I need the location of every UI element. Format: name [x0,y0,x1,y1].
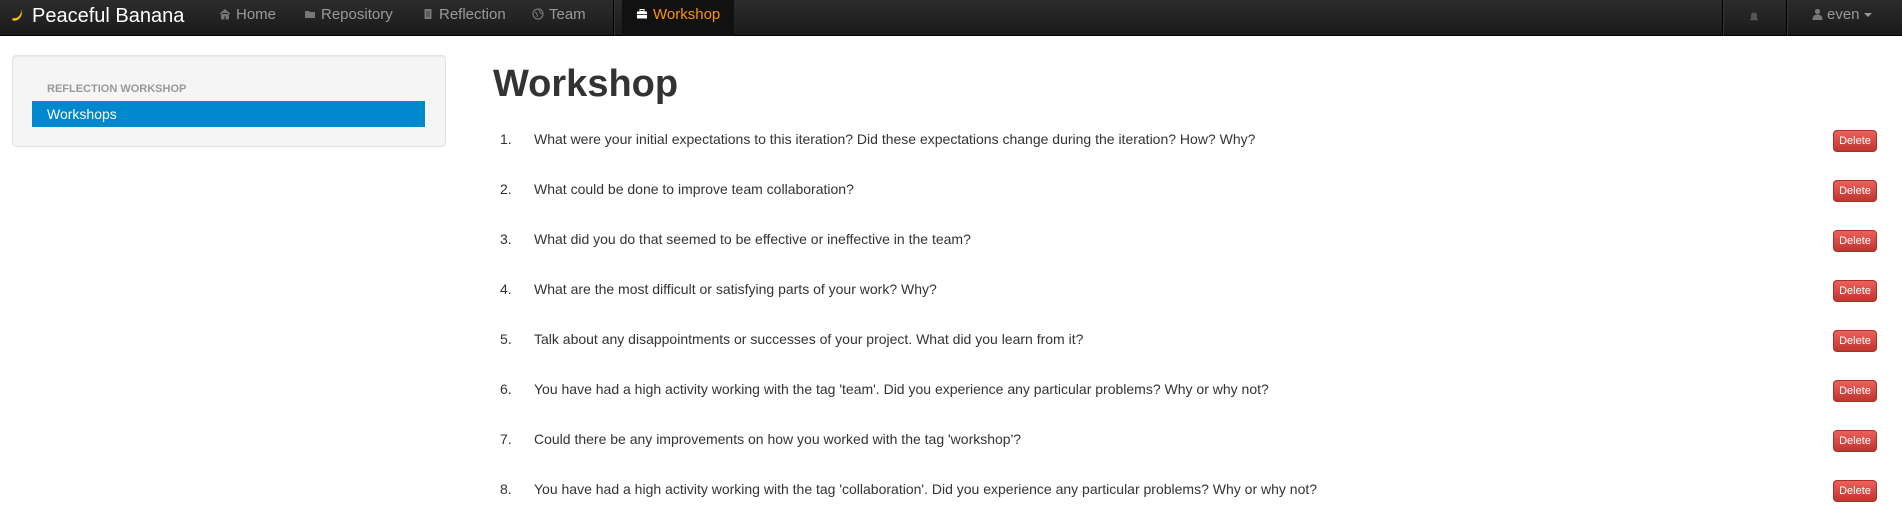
delete-button[interactable]: Delete [1833,180,1877,202]
notifications-button[interactable] [1722,0,1786,36]
nav-reflection[interactable]: Reflection [422,0,506,36]
delete-button[interactable]: Delete [1833,430,1877,452]
top-navbar: Peaceful Banana Home Repository Reflecti… [0,0,1902,36]
question-text: You have had a high activity working wit… [534,381,1269,397]
delete-button[interactable]: Delete [1833,330,1877,352]
list-item: 7. Could there be any improvements on ho… [493,424,1877,454]
question-text: Talk about any disappointments or succes… [534,331,1084,347]
nav-repository-label: Repository [321,6,393,23]
question-number: 4. [500,281,512,297]
question-number: 3. [500,231,512,247]
question-number: 1. [500,131,512,147]
question-text: You have had a high activity working wit… [534,481,1318,497]
sidebar-header: Reflection Workshop [47,83,187,95]
banana-icon [12,10,23,21]
question-text: What are the most difficult or satisfyin… [534,281,937,297]
question-number: 2. [500,181,512,197]
folder-icon [305,11,315,18]
question-text: What could be done to improve team colla… [534,181,854,197]
user-menu[interactable]: even [1786,0,1902,36]
nav-team[interactable]: Team [532,0,586,36]
question-number: 6. [500,381,512,397]
question-text: What did you do that seemed to be effect… [534,231,971,247]
delete-button[interactable]: Delete [1833,230,1877,252]
briefcase-icon [637,9,647,19]
sidebar-item-workshops[interactable]: Workshops [32,101,425,127]
question-number: 7. [500,431,512,447]
delete-button[interactable]: Delete [1833,280,1877,302]
list-item: 5. Talk about any disappointments or suc… [493,324,1877,354]
user-name: even [1827,6,1860,23]
nav-divider [613,0,614,36]
brand-name: Peaceful Banana [32,5,185,27]
nav-workshop[interactable]: Workshop [622,0,735,36]
list-item: 8. You have had a high activity working … [493,474,1877,504]
nav-team-label: Team [549,6,586,23]
question-text: Could there be any improvements on how y… [534,431,1022,447]
chevron-down-icon [1863,13,1872,17]
question-number: 8. [500,481,512,497]
delete-button[interactable]: Delete [1833,380,1877,402]
nav-home[interactable]: Home [219,0,276,36]
sidebar: Reflection Workshop Workshops [12,55,446,147]
nav-reflection-label: Reflection [439,6,506,23]
nav-repository[interactable]: Repository [304,0,393,36]
bell-icon [1750,12,1758,21]
list-item: 4. What are the most difficult or satisf… [493,274,1877,304]
delete-button[interactable]: Delete [1833,130,1877,152]
delete-button[interactable]: Delete [1833,480,1877,502]
globe-icon [532,8,544,20]
list-item: 1. What were your initial expectations t… [493,124,1877,154]
list-item: 6. You have had a high activity working … [493,374,1877,404]
home-icon [219,8,231,20]
brand-link[interactable]: Peaceful Banana [10,0,184,36]
question-text: What were your initial expectations to t… [534,131,1256,147]
list-item: 2. What could be done to improve team co… [493,174,1877,204]
document-icon [424,9,432,19]
nav-home-label: Home [236,6,277,23]
question-number: 5. [500,331,512,347]
nav-workshop-label: Workshop [653,6,721,23]
list-item: 3. What did you do that seemed to be eff… [493,224,1877,254]
page-title: Workshop [493,63,679,105]
user-icon [1812,8,1823,20]
